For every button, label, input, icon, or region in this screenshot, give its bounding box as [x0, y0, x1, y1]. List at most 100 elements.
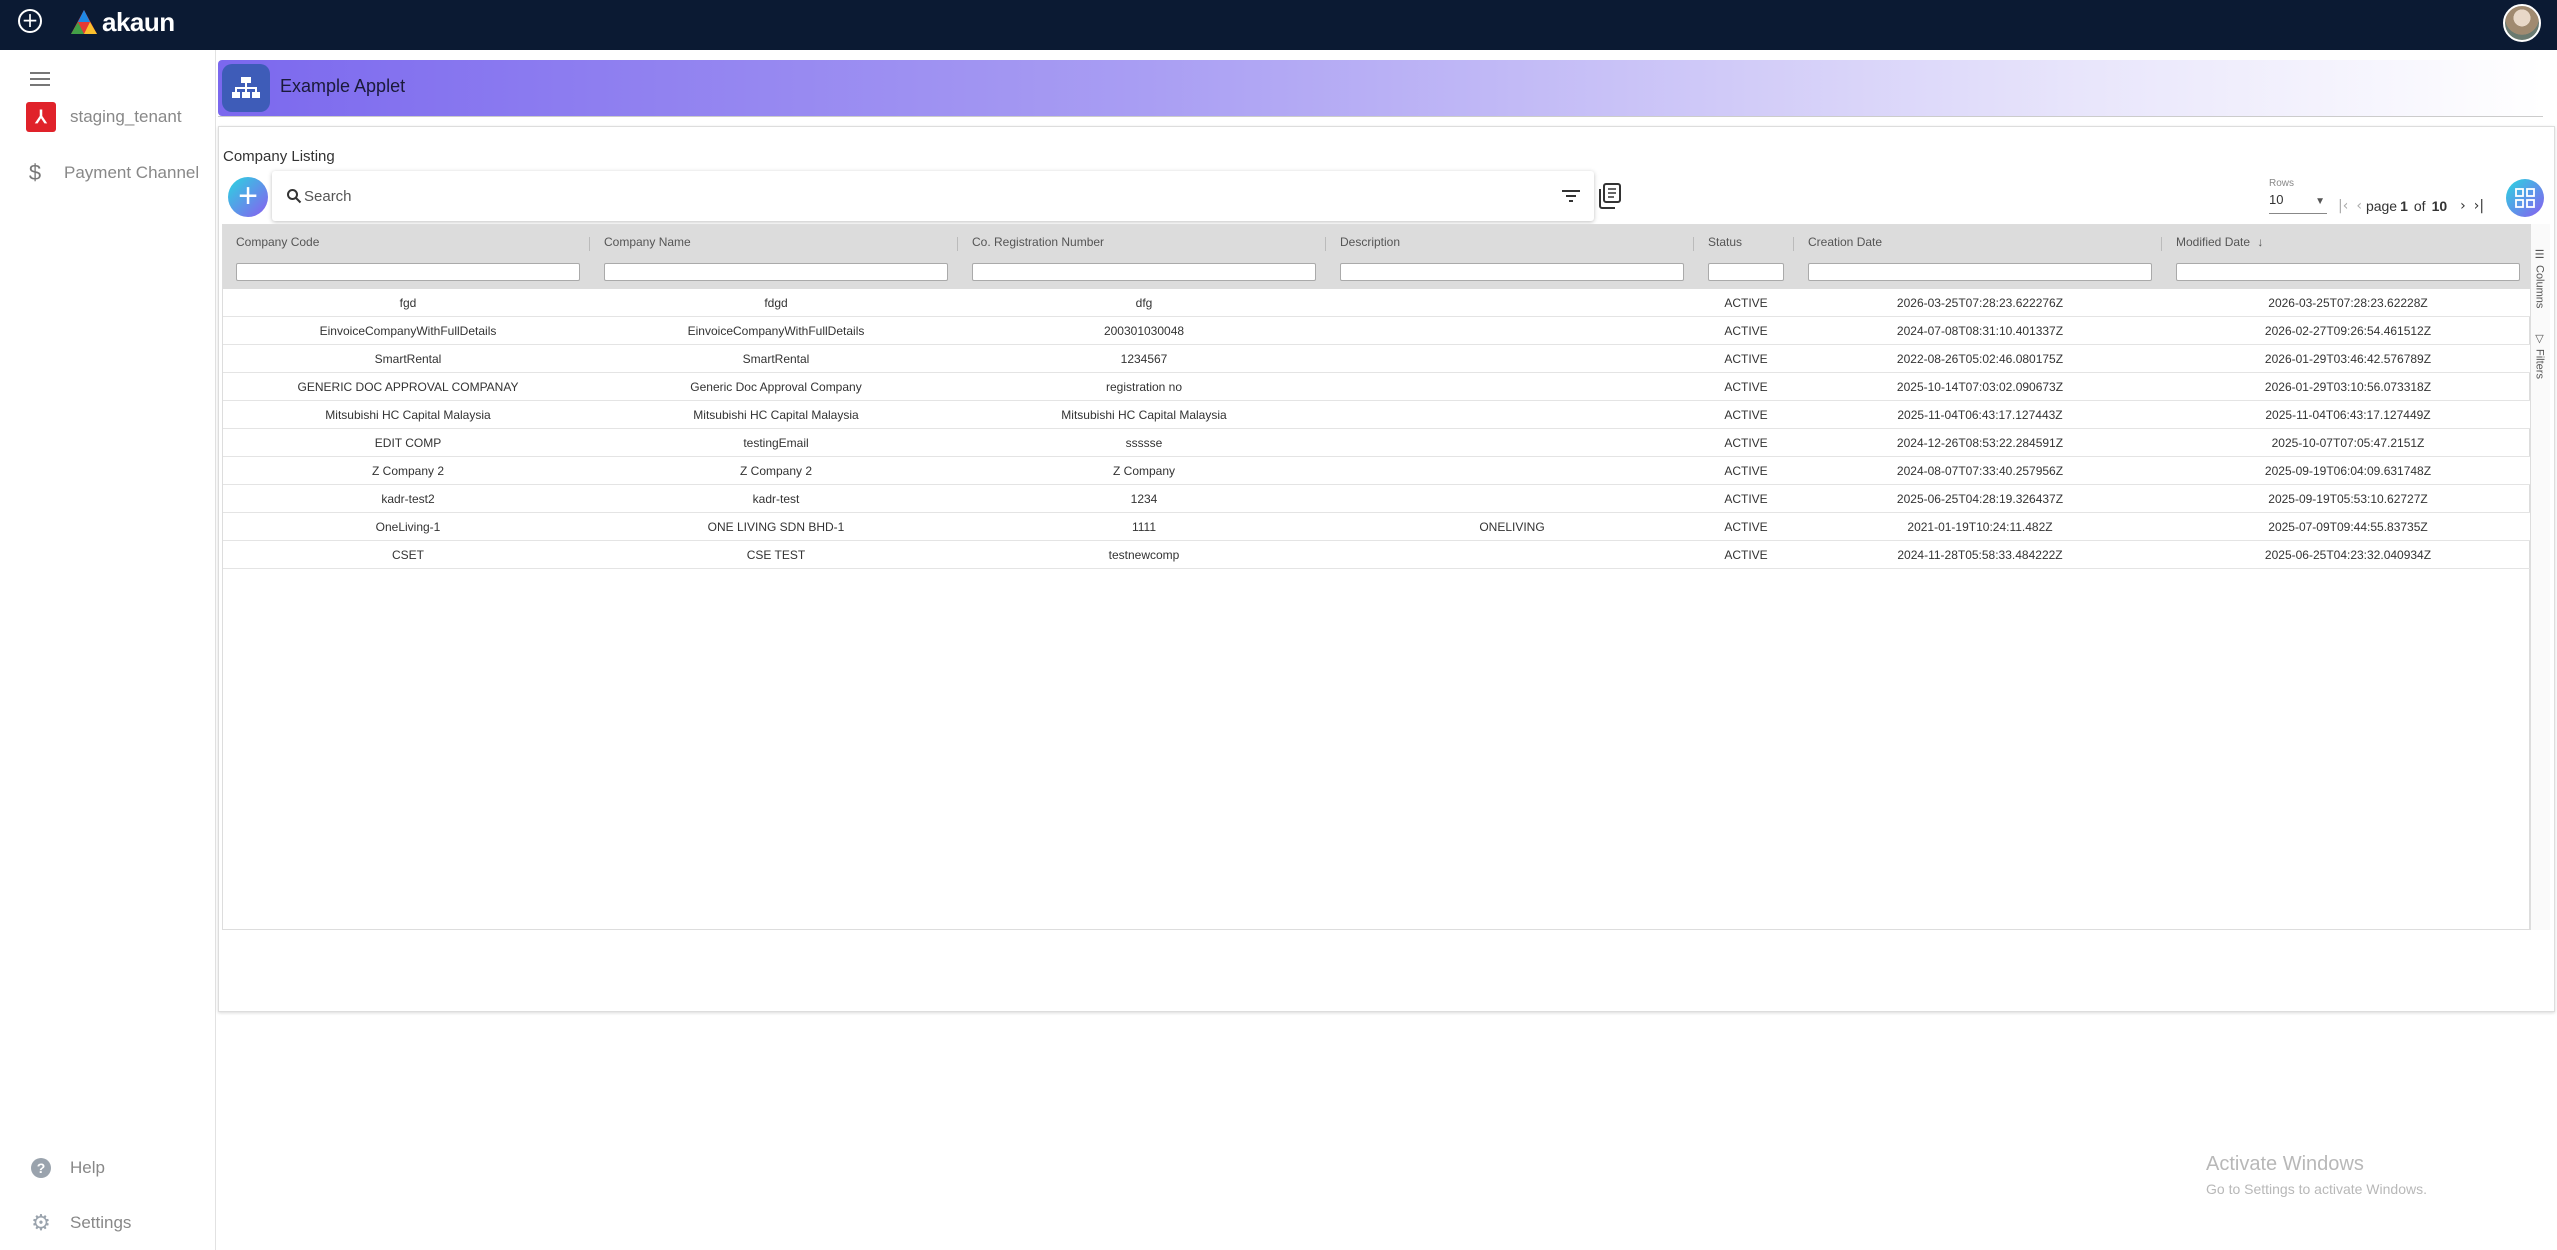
cell-modified-date: 2025-11-04T06:43:17.127449Z	[2265, 408, 2431, 422]
page-title: Company Listing	[223, 148, 335, 165]
table-row[interactable]: fgd fdgd dfg ACTIVE 2026-03-25T07:28:23.6222…	[223, 289, 2531, 317]
tab-label: Columns	[2533, 265, 2546, 309]
column-header-company-name[interactable]: Company Name	[604, 235, 691, 249]
cell-modified-date: 2025-07-09T09:44:55.83735Z	[2268, 520, 2428, 534]
table-row[interactable]: CSET CSE TEST testnewcomp ACTIVE 2024-11-28T…	[223, 541, 2531, 569]
cell-company-name: Mitsubishi HC Capital Malaysia	[693, 408, 859, 422]
column-divider[interactable]	[1793, 237, 1794, 251]
first-page-icon[interactable]: |‹	[2338, 198, 2348, 214]
pagination: |‹ ‹ page 1 of 10 › ›|	[2334, 198, 2488, 214]
table-row[interactable]: Z Company 2 Z Company 2 Z Company ACTIVE 202…	[223, 457, 2531, 485]
filter-input-status[interactable]	[1708, 263, 1784, 281]
filter-input-modified-date[interactable]	[2176, 263, 2520, 281]
column-divider[interactable]	[1693, 237, 1694, 251]
search-bar	[272, 171, 1594, 221]
next-page-icon[interactable]: ›	[2460, 198, 2466, 214]
cell-status: ACTIVE	[1724, 296, 1768, 310]
column-divider[interactable]	[2161, 237, 2162, 251]
columns-tab[interactable]: ☰ Columns	[2533, 248, 2546, 308]
avatar[interactable]	[2503, 4, 2541, 42]
column-header-modified-date[interactable]: Modified Date ↓	[2176, 235, 2263, 249]
applet-title: Example Applet	[280, 76, 406, 96]
cell-creation-date: 2025-11-04T06:43:17.127443Z	[1897, 408, 2063, 422]
column-header-company-code[interactable]: Company Code	[236, 235, 319, 249]
cell-company-code: Z Company 2	[371, 464, 445, 478]
filter-input-company-name[interactable]	[604, 263, 948, 281]
filters-tab[interactable]: ▽ Filters	[2533, 332, 2546, 379]
sidebar-item-tenant[interactable]: ⅄ staging_tenant	[26, 102, 182, 132]
cell-modified-date: 2026-01-29T03:46:42.576789Z	[2264, 352, 2432, 366]
rows-per-page-select[interactable]: 10 ▼	[2269, 192, 2327, 214]
table-row[interactable]: Mitsubishi HC Capital Malaysia Mitsubishi…	[223, 401, 2531, 429]
filter-input-creation-date[interactable]	[1808, 263, 2152, 281]
cell-registration-number: ssssse	[1125, 436, 1163, 450]
cell-creation-date: 2025-06-25T04:28:19.326437Z	[1896, 492, 2064, 506]
filter-input-description[interactable]	[1340, 263, 1684, 281]
cell-description: ONELIVING	[1479, 520, 1545, 534]
column-header-description[interactable]: Description	[1340, 235, 1400, 249]
table-row[interactable]: SmartRental SmartRental 1234567 ACTIVE 2022-…	[223, 345, 2531, 373]
cell-status: ACTIVE	[1724, 520, 1768, 534]
cell-company-name: Generic Doc Approval Company	[690, 380, 862, 394]
sidebar-item-label: Help	[70, 1158, 105, 1177]
cell-registration-number: Z Company	[1112, 464, 1176, 478]
cell-company-name: CSE TEST	[746, 548, 806, 562]
add-circle-icon[interactable]: +	[18, 9, 42, 33]
cell-company-name: kadr-test	[752, 492, 800, 506]
cell-company-name: testingEmail	[743, 436, 809, 450]
cell-modified-date: 2025-10-07T07:05:47.2151Z	[2271, 436, 2425, 450]
column-header-creation-date[interactable]: Creation Date	[1808, 235, 1882, 249]
sidebar-item-payment-channel[interactable]: $ Payment Channel	[20, 158, 199, 188]
app-logo[interactable]: akaun	[70, 4, 175, 40]
table-row[interactable]: OneLiving-1 ONE LIVING SDN BHD-1 1111 ONELI…	[223, 513, 2531, 541]
cell-company-name: ONE LIVING SDN BHD-1	[707, 520, 845, 534]
cell-modified-date: 2026-02-27T09:26:54.461512Z	[2264, 324, 2432, 338]
sort-arrow-icon: ↓	[2257, 235, 2264, 249]
cell-registration-number: dfg	[1135, 296, 1153, 310]
last-page-icon[interactable]: ›|	[2474, 198, 2484, 214]
filter-funnel-icon: ▽	[2533, 332, 2545, 345]
cell-company-code: kadr-test2	[381, 492, 435, 506]
sidebar-item-settings[interactable]: ⚙ Settings	[26, 1208, 131, 1238]
grid-icon	[2515, 188, 2535, 208]
table-row[interactable]: EDIT COMP testingEmail ssssse ACTIVE 2024-12…	[223, 429, 2531, 457]
table-row[interactable]: kadr-test2 kadr-test 1234 ACTIVE 2025-06-25T…	[223, 485, 2531, 513]
sidebar-item-help[interactable]: ? Help	[26, 1153, 105, 1183]
search-input[interactable]	[304, 185, 1504, 207]
cell-status: ACTIVE	[1724, 492, 1768, 506]
tab-label: Filters	[2533, 349, 2546, 379]
cell-status: ACTIVE	[1724, 352, 1768, 366]
cell-company-name: Z Company 2	[739, 464, 813, 478]
grid-view-button[interactable]	[2506, 179, 2544, 217]
filter-input-company-code[interactable]	[236, 263, 580, 281]
filter-icon[interactable]	[1562, 189, 1580, 203]
cell-company-name: fdgd	[764, 296, 788, 310]
column-header-registration-number[interactable]: Co. Registration Number	[972, 235, 1104, 249]
page-total: 10	[2431, 198, 2448, 214]
cell-company-code: EDIT COMP	[374, 436, 442, 450]
table-row[interactable]: EinvoiceCompanyWithFullDetails EinvoiceCo…	[223, 317, 2531, 345]
column-divider[interactable]	[589, 237, 590, 251]
cell-company-name: SmartRental	[742, 352, 810, 366]
cell-company-code: SmartRental	[374, 352, 442, 366]
column-header-status[interactable]: Status	[1708, 235, 1742, 249]
rows-label: Rows	[2269, 178, 2295, 189]
column-divider[interactable]	[957, 237, 958, 251]
cell-creation-date: 2024-08-07T07:33:40.257956Z	[1896, 464, 2064, 478]
cell-status: ACTIVE	[1724, 464, 1768, 478]
filter-input-registration-number[interactable]	[972, 263, 1316, 281]
cell-modified-date: 2026-01-29T03:10:56.073318Z	[2264, 380, 2432, 394]
copy-icon[interactable]	[1598, 183, 1622, 209]
gear-icon: ⚙	[31, 1210, 51, 1236]
add-company-button[interactable]: +	[228, 177, 268, 217]
tenant-logo-icon: ⅄	[26, 102, 56, 132]
cell-status: ACTIVE	[1724, 548, 1768, 562]
prev-page-icon[interactable]: ‹	[2356, 198, 2362, 214]
sidebar-item-label: staging_tenant	[70, 107, 182, 126]
table-row[interactable]: GENERIC DOC APPROVAL COMPANAY Generic Doc…	[223, 373, 2531, 401]
column-divider[interactable]	[1325, 237, 1326, 251]
cell-creation-date: 2025-10-14T07:03:02.090673Z	[1896, 380, 2064, 394]
cell-status: ACTIVE	[1724, 408, 1768, 422]
hamburger-menu-icon[interactable]	[30, 72, 50, 86]
akaun-logo-icon	[71, 10, 97, 34]
